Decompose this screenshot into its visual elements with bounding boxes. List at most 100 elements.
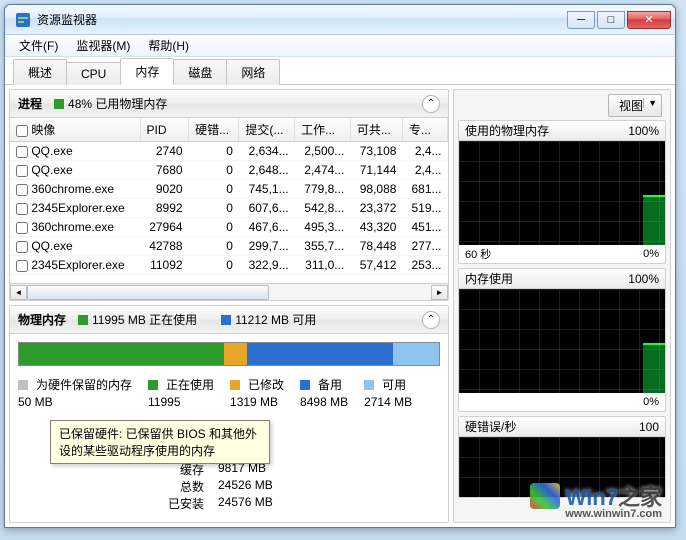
table-row[interactable]: 2345Explorer.exe110920322,9...311,0...57…: [10, 256, 448, 275]
table-row[interactable]: 2345Explorer.exe89920607,6...542,8...23,…: [10, 199, 448, 218]
usage-label: 已用物理内存: [95, 95, 167, 112]
table-row[interactable]: 360chrome.exe90200745,1...779,8...98,088…: [10, 180, 448, 199]
processes-header: 进程 48% 已用物理内存 ⌃: [10, 90, 448, 118]
graph-memuse: 内存使用 100% 0%: [458, 268, 666, 412]
mod-label: 已修改: [248, 376, 284, 393]
hscroll-right[interactable]: ►: [431, 285, 448, 300]
close-button[interactable]: ✕: [627, 11, 671, 29]
inuse2-icon: [148, 380, 158, 390]
tab-cpu[interactable]: CPU: [66, 62, 121, 85]
physical-memory-panel: 物理内存 11995 MB 正在使用 11212 MB 可用 ⌃: [9, 305, 449, 523]
mod-icon: [230, 380, 240, 390]
g1-title: 使用的物理内存: [465, 122, 549, 139]
g2-footR: 0%: [643, 396, 659, 408]
menu-file[interactable]: 文件(F): [11, 35, 66, 56]
inuse-icon: [78, 315, 88, 325]
g3-title: 硬错误/秒: [465, 418, 516, 435]
select-all-checkbox[interactable]: [16, 125, 28, 137]
hscroll-thumb[interactable]: [27, 285, 269, 300]
processes-hscroll[interactable]: ◄ ►: [10, 283, 448, 300]
table-row[interactable]: QQ.exe274002,634...2,500...73,1082,4...: [10, 142, 448, 161]
app-window: 资源监视器 ─ □ ✕ 文件(F) 监视器(M) 帮助(H) 概述 CPU 内存…: [4, 4, 676, 528]
avail-icon: [221, 315, 231, 325]
standby-icon: [300, 380, 310, 390]
inuse-lbl: 正在使用: [149, 311, 197, 328]
col-priv[interactable]: 专...: [402, 118, 447, 142]
hscroll-track[interactable]: [27, 285, 431, 300]
membar-inuse: [19, 343, 224, 365]
inuse2-val: 11995: [148, 395, 180, 409]
processes-table: 映像 PID 硬错... 提交(... 工作... 可共... 专... QQ.…: [10, 118, 448, 275]
processes-panel: 进程 48% 已用物理内存 ⌃ 映像 PID 硬错... 提交(... 工作..…: [9, 89, 449, 301]
graph-hardfault: 硬错误/秒100: [458, 416, 666, 498]
mem-stats: 缓存9817 MB 总数24526 MB 已安装24576 MB: [138, 461, 440, 512]
hwres-icon: [18, 380, 28, 390]
app-icon: [15, 12, 31, 28]
row-checkbox[interactable]: [16, 203, 28, 215]
tab-overview[interactable]: 概述: [13, 59, 67, 85]
tab-memory[interactable]: 内存: [120, 58, 174, 85]
standby-val: 8498 MB: [300, 395, 348, 409]
g2-title: 内存使用: [465, 270, 513, 287]
inuse-mb: 11995 MB: [92, 313, 146, 327]
memory-legend: 为硬件保留的内存 50 MB 正在使用 11995 已修改 1319 MB: [18, 376, 440, 409]
tab-disk[interactable]: 磁盘: [173, 59, 227, 85]
maximize-button[interactable]: □: [597, 11, 625, 29]
hwres-val: 50 MB: [18, 395, 53, 409]
view-toolbar: 视图: [458, 94, 666, 116]
menu-help[interactable]: 帮助(H): [140, 35, 197, 56]
installed-label: 已安装: [138, 495, 218, 512]
row-checkbox[interactable]: [16, 241, 28, 253]
g1-footR: 0%: [643, 248, 659, 260]
g2-max: 100%: [628, 272, 659, 286]
hscroll-left[interactable]: ◄: [10, 285, 27, 300]
tabbar: 概述 CPU 内存 磁盘 网络: [5, 57, 675, 85]
free-val: 2714 MB: [364, 395, 412, 409]
usage-indicator-icon: [54, 99, 64, 109]
table-row[interactable]: 360chrome.exe279640467,6...495,3...43,32…: [10, 218, 448, 237]
row-checkbox[interactable]: [16, 165, 28, 177]
g1-max: 100%: [628, 124, 659, 138]
col-image[interactable]: 映像: [10, 118, 140, 142]
col-share[interactable]: 可共...: [350, 118, 402, 142]
col-commit[interactable]: 提交(...: [239, 118, 295, 142]
row-checkbox[interactable]: [16, 222, 28, 234]
minimize-button[interactable]: ─: [567, 11, 595, 29]
free-icon: [364, 380, 374, 390]
row-checkbox[interactable]: [16, 260, 28, 272]
total-label: 总数: [138, 478, 218, 495]
avail-mb: 11212 MB: [235, 313, 289, 327]
hwres-label: 为硬件保留的内存: [36, 376, 132, 393]
g1-footL: 60 秒: [465, 246, 491, 262]
installed-val: 24576 MB: [218, 495, 273, 512]
standby-label: 备用: [318, 376, 342, 393]
collapse-processes-button[interactable]: ⌃: [422, 95, 440, 113]
col-pid[interactable]: PID: [140, 118, 189, 142]
window-title: 资源监视器: [37, 11, 567, 28]
membar-free: [393, 343, 439, 365]
collapse-physmem-button[interactable]: ⌃: [422, 311, 440, 329]
menu-monitor[interactable]: 监视器(M): [68, 35, 138, 56]
table-row[interactable]: QQ.exe427880299,7...355,7...78,448277...: [10, 237, 448, 256]
mod-val: 1319 MB: [230, 395, 278, 409]
table-row[interactable]: QQ.exe768002,648...2,474...71,1442,4...: [10, 161, 448, 180]
row-checkbox[interactable]: [16, 146, 28, 158]
view-button[interactable]: 视图: [608, 94, 662, 117]
g3-chart: [459, 437, 665, 497]
titlebar: 资源监视器 ─ □ ✕: [5, 5, 675, 35]
physmem-title: 物理内存: [18, 311, 66, 328]
avail-lbl: 可用: [292, 311, 316, 328]
g1-chart: [459, 141, 665, 245]
tab-network[interactable]: 网络: [226, 59, 280, 85]
g2-chart: [459, 289, 665, 393]
usage-pct: 48%: [68, 97, 92, 111]
col-work[interactable]: 工作...: [295, 118, 351, 142]
processes-table-wrap[interactable]: 映像 PID 硬错... 提交(... 工作... 可共... 专... QQ.…: [10, 118, 448, 283]
physmem-body: 为硬件保留的内存 50 MB 正在使用 11995 已修改 1319 MB: [10, 334, 448, 520]
free-label: 可用: [382, 376, 406, 393]
menubar: 文件(F) 监视器(M) 帮助(H): [5, 35, 675, 57]
row-checkbox[interactable]: [16, 184, 28, 196]
left-pane: 进程 48% 已用物理内存 ⌃ 映像 PID 硬错... 提交(... 工作..…: [9, 89, 449, 523]
graph-physmem: 使用的物理内存 100% 60 秒 0%: [458, 120, 666, 264]
col-hard[interactable]: 硬错...: [189, 118, 239, 142]
